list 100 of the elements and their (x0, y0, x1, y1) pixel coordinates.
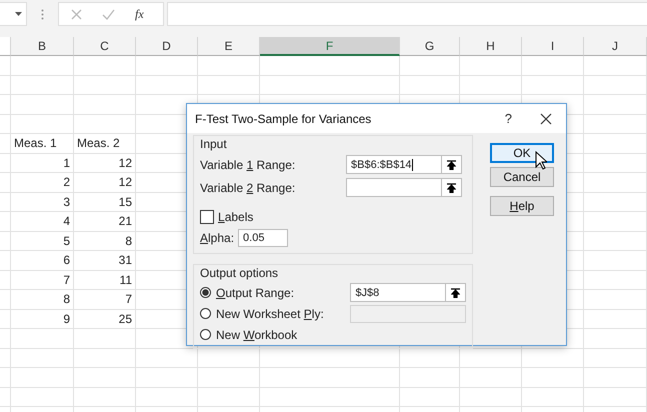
help-button[interactable]: ? (504, 111, 512, 126)
table-cell: Meas. 1 (11, 134, 74, 154)
row-header[interactable] (0, 329, 11, 348)
table-cell: 21 (74, 212, 136, 232)
table-cell (584, 368, 647, 388)
table-cell (584, 56, 647, 76)
range-field[interactable]: $J$8 (350, 283, 446, 302)
collapse-button[interactable] (442, 155, 462, 174)
table-cell (74, 348, 136, 368)
checkbox[interactable] (200, 210, 214, 224)
column-header[interactable]: C (74, 37, 136, 56)
row-header[interactable] (0, 270, 11, 290)
dialog-button[interactable]: OK (490, 143, 554, 163)
table-cell: 12 (74, 173, 136, 192)
column-header[interactable]: B (11, 37, 74, 56)
dialog-button[interactable]: Help (490, 196, 554, 216)
dropdown-caret-icon (15, 12, 22, 16)
row-header[interactable] (0, 290, 11, 310)
table-cell: 7 (11, 270, 74, 290)
row-header[interactable] (0, 134, 11, 154)
table-cell (584, 95, 647, 114)
column-header[interactable]: I (522, 37, 584, 56)
table-cell (584, 76, 647, 95)
table-cell (522, 388, 584, 407)
table-cell (136, 388, 198, 407)
table-cell: 2 (11, 173, 74, 192)
row-header[interactable] (0, 173, 11, 192)
table-cell: 1 (11, 154, 74, 173)
table-cell: 6 (11, 251, 74, 270)
dialog-button[interactable]: Cancel (490, 167, 554, 187)
table-cell: Meas. 2 (74, 134, 136, 154)
row-header[interactable] (0, 251, 11, 270)
row-header[interactable] (0, 95, 11, 114)
table-cell (584, 212, 647, 232)
row-header[interactable] (0, 232, 11, 251)
column-header[interactable]: J (584, 37, 647, 56)
column-header[interactable]: G (400, 37, 460, 56)
mouse-pointer-icon (535, 151, 547, 170)
column-header[interactable]: H (460, 37, 522, 56)
table-cell (136, 56, 198, 76)
close-icon[interactable] (540, 112, 552, 124)
row-header[interactable] (0, 212, 11, 232)
table-cell (522, 76, 584, 95)
table-cell (522, 348, 584, 368)
column-header[interactable]: D (136, 37, 198, 56)
table-cell (400, 56, 460, 76)
name-box[interactable] (0, 2, 27, 26)
table-cell (74, 76, 136, 95)
table-cell (136, 368, 198, 388)
table-cell (11, 368, 74, 388)
table-cell: 8 (11, 290, 74, 310)
table-cell (400, 368, 460, 388)
table-cell: 5 (11, 232, 74, 251)
table-cell (74, 95, 136, 114)
column-header[interactable]: E (198, 37, 260, 56)
table-cell (11, 56, 74, 76)
column-header[interactable]: F (260, 37, 400, 56)
radio-button[interactable] (200, 329, 211, 340)
check-icon[interactable] (102, 8, 115, 20)
cancel-icon[interactable] (71, 8, 82, 20)
row-header[interactable] (0, 368, 11, 388)
range-field[interactable]: $B$6:$B$14 (346, 155, 442, 174)
insert-function-button[interactable]: fx (135, 6, 144, 22)
table-cell (584, 154, 647, 173)
table-cell (584, 270, 647, 290)
row-header[interactable] (0, 310, 11, 329)
checkbox-label: Labels (218, 210, 254, 224)
table-cell (584, 251, 647, 270)
row-header[interactable] (0, 114, 11, 134)
range-field[interactable] (346, 178, 442, 197)
radio-label: New Workbook (216, 328, 298, 342)
row-header[interactable] (0, 76, 11, 95)
table-cell (460, 388, 522, 407)
row-header[interactable] (0, 388, 11, 407)
field-label: Alpha: (200, 231, 234, 245)
table-cell (74, 56, 136, 76)
table-cell: 8 (74, 232, 136, 251)
alpha-field[interactable]: 0.05 (238, 229, 288, 247)
table-cell (74, 368, 136, 388)
row-header[interactable] (0, 348, 11, 368)
table-cell (584, 388, 647, 407)
select-all-corner[interactable] (0, 37, 11, 56)
table-cell (74, 388, 136, 407)
table-cell: 12 (74, 154, 136, 173)
row-header[interactable] (0, 192, 11, 212)
radio-button[interactable] (200, 287, 211, 298)
table-cell (11, 95, 74, 114)
table-cell (198, 388, 260, 407)
radio-label: Output Range: (216, 286, 296, 300)
table-cell (522, 56, 584, 76)
table-cell (584, 114, 647, 134)
formula-input[interactable] (167, 2, 647, 26)
dialog-title: F-Test Two-Sample for Variances (195, 112, 372, 126)
table-cell (74, 329, 136, 348)
row-header[interactable] (0, 154, 11, 173)
table-cell (522, 368, 584, 388)
collapse-button[interactable] (442, 178, 462, 197)
collapse-button[interactable] (446, 283, 466, 302)
row-header[interactable] (0, 56, 11, 76)
table-cell: 15 (74, 192, 136, 212)
